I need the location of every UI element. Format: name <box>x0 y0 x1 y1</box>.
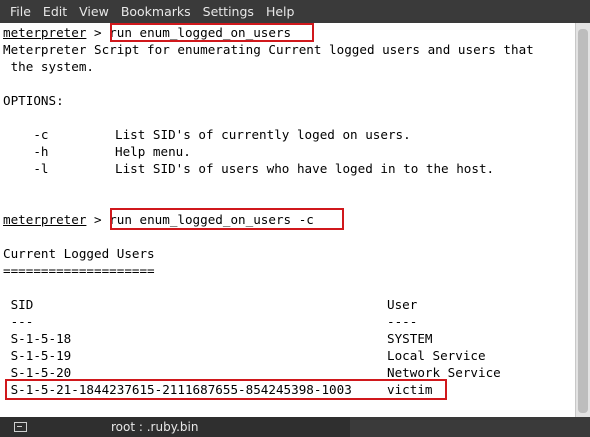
menu-file[interactable]: File <box>4 4 37 19</box>
menu-bar: File Edit View Bookmarks Settings Help <box>0 0 590 23</box>
scrollbar-thumb[interactable] <box>578 29 588 413</box>
vertical-scrollbar[interactable] <box>575 23 590 417</box>
table-header-row: SID User <box>3 296 418 313</box>
description-line-1: Meterpreter Script for enumerating Curre… <box>3 42 534 57</box>
table-separator-row: --- ---- <box>3 313 418 330</box>
option-line-l: -l List SID's of users who have loged in … <box>3 160 494 177</box>
column-header-sid: SID <box>3 297 34 312</box>
prompt-name: meterpreter <box>3 212 87 227</box>
command-text-2: run enum_logged_on_users -c <box>109 212 314 227</box>
terminal-output[interactable]: meterpreter > run enum_logged_on_users M… <box>0 23 575 417</box>
sid-cell: S-1-5-19 <box>3 348 72 363</box>
table-row: S-1-5-20 Network Service <box>3 364 501 381</box>
menu-settings[interactable]: Settings <box>197 4 260 19</box>
separator-sid: --- <box>3 314 34 329</box>
terminal-tab[interactable]: root : .ruby.bin <box>0 417 350 437</box>
user-cell: victim <box>387 382 433 397</box>
option-flag: -l <box>3 161 49 176</box>
table-row: S-1-5-18 SYSTEM <box>3 330 433 347</box>
user-cell: Local Service <box>387 348 486 363</box>
menu-edit[interactable]: Edit <box>37 4 73 19</box>
option-line-h: -h Help menu. <box>3 143 191 160</box>
options-header: OPTIONS: <box>3 93 64 108</box>
prompt-name: meterpreter <box>3 25 87 40</box>
sid-cell: S-1-5-18 <box>3 331 72 346</box>
separator-user: ---- <box>387 314 418 329</box>
user-cell: SYSTEM <box>387 331 433 346</box>
prompt-symbol: > <box>86 212 110 227</box>
prompt-symbol: > <box>86 25 110 40</box>
option-text: List SID's of users who have loged in to… <box>115 161 495 176</box>
tab-title: root : .ruby.bin <box>111 420 199 434</box>
prompt-line-1: meterpreter > run enum_logged_on_users <box>3 24 291 41</box>
description-line-2: the system. <box>3 59 94 74</box>
user-cell: Network Service <box>387 365 501 380</box>
sid-cell: S-1-5-21-1844237615-2111687655-854245398… <box>3 382 352 397</box>
option-text: List SID's of currently loged on users. <box>115 127 411 142</box>
section-title: Current Logged Users <box>3 246 155 261</box>
option-line-c: -c List SID's of currently loged on users… <box>3 126 410 143</box>
column-header-user: User <box>387 297 418 312</box>
sid-cell: S-1-5-20 <box>3 365 72 380</box>
command-text-1: run enum_logged_on_users <box>109 25 292 40</box>
table-row: S-1-5-19 Local Service <box>3 347 486 364</box>
option-flag: -c <box>3 127 49 142</box>
menu-view[interactable]: View <box>73 4 115 19</box>
option-flag: -h <box>3 144 49 159</box>
terminal-icon <box>14 422 27 432</box>
table-row: S-1-5-21-1844237615-2111687655-854245398… <box>3 381 433 398</box>
option-text: Help menu. <box>115 144 191 159</box>
prompt-line-2: meterpreter > run enum_logged_on_users -… <box>3 211 314 228</box>
tab-bar: root : .ruby.bin <box>0 417 590 437</box>
section-rule: ==================== <box>3 263 155 278</box>
menu-help[interactable]: Help <box>260 4 301 19</box>
menu-bookmarks[interactable]: Bookmarks <box>115 4 197 19</box>
